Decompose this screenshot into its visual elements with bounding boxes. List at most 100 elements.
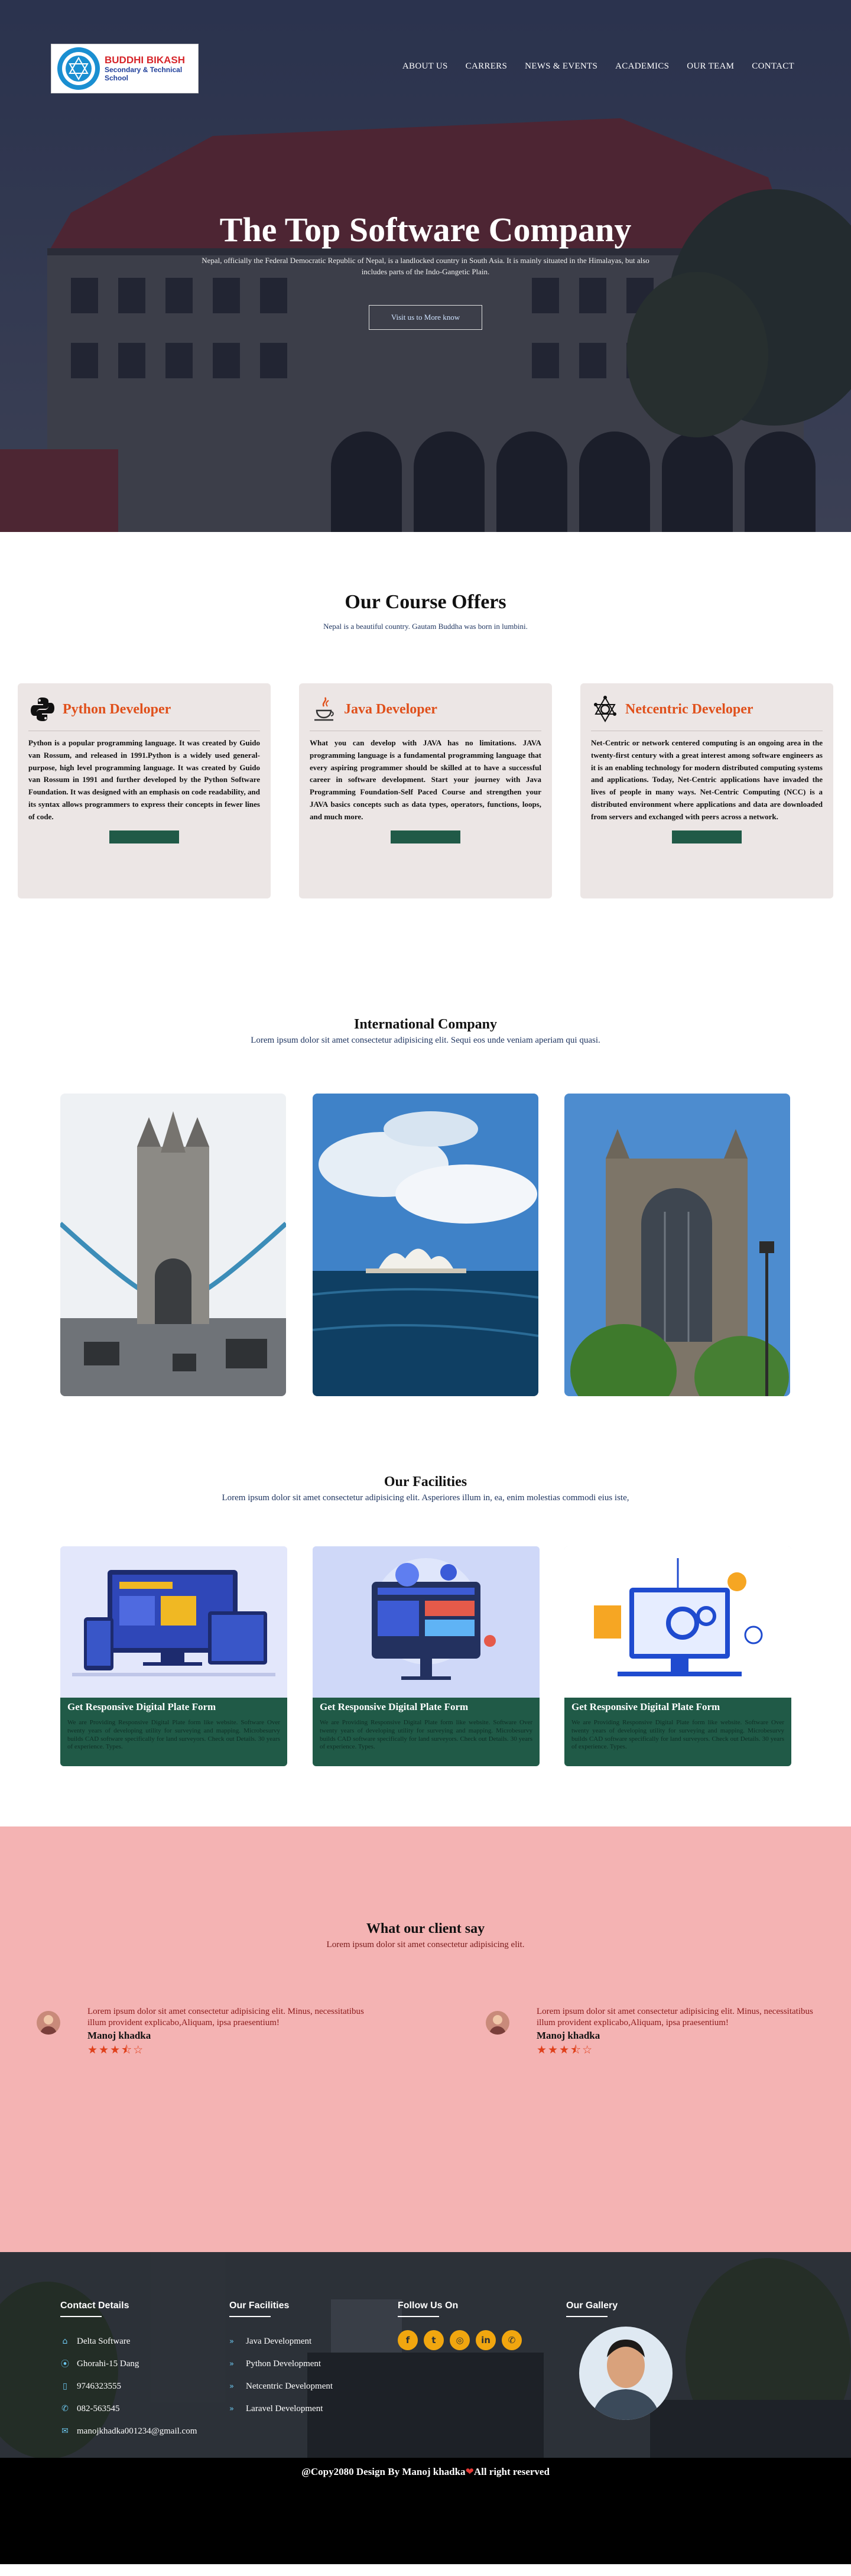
contact-list: ⌂ Delta Software ⦿ Ghorahi-15 Dang ▯ 974632… xyxy=(60,2330,197,2442)
footer: Contact Details ⌂ Delta Software ⦿ Ghorahi… xyxy=(0,2252,851,2458)
avatar xyxy=(37,2011,60,2035)
facility-card: Get Responsive Digital Plate Form We are… xyxy=(564,1546,791,1766)
star-rating-icon: ★★★⯪☆ xyxy=(87,2043,145,2056)
avatar xyxy=(486,2011,509,2035)
copyright-rights: All right reserved xyxy=(473,2466,550,2477)
facility-card-title: Get Responsive Digital Plate Form xyxy=(67,1701,216,1712)
testimonial-text: Lorem ipsum dolor sit amet consectetur a… xyxy=(537,2007,813,2027)
gothic-tower-image xyxy=(564,1094,790,1396)
contact-text: Delta Software xyxy=(77,2336,131,2346)
course-card-title: Java Developer xyxy=(344,701,437,717)
testimonials-title: What our client say xyxy=(366,1921,485,1936)
contact-text: 082-563545 xyxy=(77,2403,120,2413)
course-card-java: Java Developer What you can develop with… xyxy=(299,683,552,898)
testimonial-content: Lorem ipsum dolor sit amet consectetur a… xyxy=(87,2006,368,2061)
gallery-photo[interactable] xyxy=(579,2327,673,2420)
copyright-bar: @Copy2080 Design By Manoj khadka❤All rig… xyxy=(0,2458,851,2564)
twitter-icon[interactable]: t xyxy=(424,2330,444,2350)
course-card-title: Netcentric Developer xyxy=(625,701,753,717)
facility-link[interactable]: » Netcentric Development xyxy=(229,2375,333,2397)
facility-link[interactable]: » Laravel Development xyxy=(229,2397,333,2420)
facilities-section: Our Facilities Lorem ipsum dolor sit ame… xyxy=(0,1442,851,1826)
facility-image xyxy=(313,1546,540,1698)
facility-card-text: We are Providing Responsive Digital Plat… xyxy=(571,1719,784,1751)
java-icon xyxy=(314,697,334,721)
facility-link-text: Python Development xyxy=(246,2358,321,2369)
course-card-button[interactable] xyxy=(672,830,742,843)
contact-item: ⌂ Delta Software xyxy=(60,2330,197,2353)
contact-item[interactable]: ▯ 9746323555 xyxy=(60,2375,197,2397)
gothic-tower-photo xyxy=(564,1094,790,1396)
courses-section: Our Course Offers Nepal is a beautiful c… xyxy=(0,532,851,981)
facilities-subtitle: Lorem ipsum dolor sit amet consectetur a… xyxy=(222,1493,629,1503)
testimonials-subtitle: Lorem ipsum dolor sit amet consectetur a… xyxy=(326,1940,525,1949)
instagram-icon[interactable]: ◎ xyxy=(450,2330,470,2350)
avatar-image xyxy=(37,2011,60,2035)
course-card-netcentric: Netcentric Developer Net-Centric or netw… xyxy=(580,683,833,898)
facility-link-text: Netcentric Development xyxy=(246,2381,333,2391)
contact-item: ⦿ Ghorahi-15 Dang xyxy=(60,2353,197,2375)
facility-card-body: Get Responsive Digital Plate Form We are… xyxy=(564,1698,791,1766)
tower-bridge-image xyxy=(60,1094,286,1396)
nav-our-team[interactable]: OUR TEAM xyxy=(687,61,734,72)
mobile-icon: ▯ xyxy=(63,2382,67,2391)
whatsapp-icon[interactable]: ✆ xyxy=(502,2330,522,2350)
facility-link[interactable]: » Java Development xyxy=(229,2330,333,2353)
avatar-image xyxy=(486,2011,509,2035)
nav-news-events[interactable]: NEWS & EVENTS xyxy=(525,61,597,72)
hero-description: Nepal, officially the Federal Democratic… xyxy=(202,256,649,276)
footer-contact-title: Contact Details xyxy=(60,2301,129,2311)
nav-carrers[interactable]: CARRERS xyxy=(466,61,507,72)
hero-content: The Top Software Company Nepal, official… xyxy=(0,210,851,330)
nav-academics[interactable]: ACADEMICS xyxy=(615,61,669,72)
python-icon xyxy=(31,697,54,721)
copyright-text: @Copy2080 Design By Manoj khadka xyxy=(301,2466,466,2477)
social-links: f t ◎ in ✆ xyxy=(398,2330,522,2350)
facility-link-text: Laravel Development xyxy=(246,2403,323,2413)
hero-section: BUDDHI BIKASH Secondary & Technical Scho… xyxy=(0,0,851,532)
hero-cta-button[interactable]: Visit us to More know xyxy=(369,304,482,330)
contact-item[interactable]: ✆ 082-563545 xyxy=(60,2397,197,2420)
testimonial-text: Lorem ipsum dolor sit amet consectetur a… xyxy=(87,2007,364,2027)
course-card-button[interactable] xyxy=(109,830,179,843)
course-card-text: What you can develop with JAVA has no li… xyxy=(310,738,541,821)
footer-contact-column: Contact Details ⌂ Delta Software ⦿ Ghorahi… xyxy=(60,2301,197,2442)
school-emblem-icon xyxy=(57,47,100,90)
contact-text: 9746323555 xyxy=(77,2381,121,2391)
course-card-header: Python Developer xyxy=(28,693,260,726)
facility-link[interactable]: » Python Development xyxy=(229,2353,333,2375)
facility-card-body: Get Responsive Digital Plate Form We are… xyxy=(313,1698,540,1766)
nav-about-us[interactable]: ABOUT US xyxy=(402,61,448,72)
nav-contact[interactable]: CONTACT xyxy=(752,61,794,72)
course-card-title: Python Developer xyxy=(63,701,171,717)
course-card-text: Net-Centric or network centered computin… xyxy=(591,738,823,821)
facility-card: Get Responsive Digital Plate Form We are… xyxy=(313,1546,540,1766)
footer-facilities-column: Our Facilities » Java Development » Python… xyxy=(229,2301,333,2420)
location-pin-icon: ⦿ xyxy=(61,2360,69,2369)
facebook-icon[interactable]: f xyxy=(398,2330,418,2350)
school-logo[interactable]: BUDDHI BIKASH Secondary & Technical Scho… xyxy=(51,44,199,93)
contact-text: Ghorahi-15 Dang xyxy=(77,2358,139,2369)
gallery-portrait-image xyxy=(579,2327,673,2420)
responsive-devices-illustration xyxy=(60,1546,287,1698)
course-card-button[interactable] xyxy=(391,830,460,843)
courses-title: Our Course Offers xyxy=(345,591,506,613)
linkedin-icon[interactable]: in xyxy=(476,2330,496,2350)
heart-icon: ❤ xyxy=(465,2466,474,2478)
contact-text: manojkhadka001234@gmail.com xyxy=(77,2426,197,2436)
course-card-python: Python Developer Python is a popular pro… xyxy=(18,683,271,898)
divider xyxy=(229,2316,271,2317)
contact-item[interactable]: ✉ manojkhadka001234@gmail.com xyxy=(60,2420,197,2442)
divider xyxy=(60,2316,102,2317)
facility-card-text: We are Providing Responsive Digital Plat… xyxy=(320,1719,532,1751)
double-chevron-right-icon: » xyxy=(229,2337,234,2346)
network-icon xyxy=(594,696,616,723)
facilities-title: Our Facilities xyxy=(384,1474,467,1490)
star-rating-icon: ★★★⯪☆ xyxy=(537,2043,594,2056)
testimonial-content: Lorem ipsum dolor sit amet consectetur a… xyxy=(537,2006,817,2061)
divider xyxy=(398,2316,439,2317)
sydney-opera-house-image xyxy=(313,1094,538,1396)
home-icon: ⌂ xyxy=(62,2337,68,2346)
facility-link-text: Java Development xyxy=(246,2336,312,2346)
facility-card: Get Responsive Digital Plate Form We are… xyxy=(60,1546,287,1766)
